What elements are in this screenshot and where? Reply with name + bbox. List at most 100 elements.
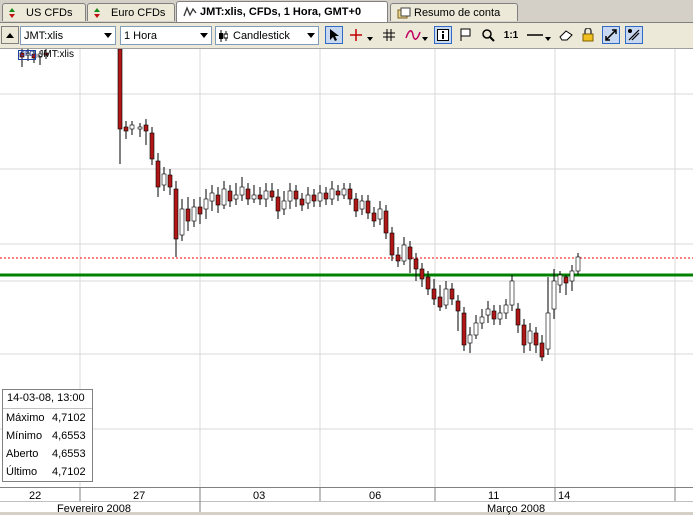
candle — [323, 192, 329, 200]
chart-type-select[interactable]: Candlestick — [215, 26, 319, 45]
tab-euro-cfds[interactable]: Euro CFDs — [87, 3, 175, 21]
candle — [509, 280, 515, 306]
info-icon — [437, 29, 449, 41]
candle — [143, 124, 149, 132]
x-tick-label: 22 — [29, 490, 42, 502]
price-marker-button[interactable] — [456, 26, 474, 44]
info-row-low: Mínimo 4,6553 — [6, 430, 86, 442]
candle — [455, 300, 461, 312]
line-style-button[interactable] — [525, 26, 545, 44]
candle — [185, 208, 191, 222]
candle — [179, 208, 185, 236]
candle — [389, 232, 395, 256]
candle — [129, 124, 135, 130]
candle — [557, 274, 563, 286]
tab-chart-jmt[interactable]: JMT:xlis, CFDs, 1 Hora, GMT+0 — [176, 1, 388, 22]
chevron-down-icon[interactable] — [545, 32, 551, 44]
candle — [335, 190, 341, 196]
candle — [203, 198, 209, 210]
crosshair-tool-button[interactable] — [347, 26, 365, 44]
candle — [275, 196, 281, 212]
tab-resumo-conta[interactable]: Resumo de conta — [390, 3, 518, 21]
candle — [209, 192, 215, 202]
account-summary-icon — [397, 7, 411, 18]
candle — [563, 276, 569, 284]
chart-legend: CFD JMT:xlis — [18, 49, 74, 60]
candle — [569, 270, 575, 282]
candle — [419, 268, 425, 280]
lock-objects-button[interactable] — [579, 26, 597, 44]
tab-label: JMT:xlis, CFDs, 1 Hora, GMT+0 — [200, 6, 362, 18]
chart-toolbar: JMT:xlis 1 Hora Candlestick 1:1 — [0, 23, 693, 49]
info-row-last: Último 4,7102 — [6, 466, 86, 478]
x-tick-label: 03 — [253, 490, 266, 502]
chart-wave-icon — [183, 6, 197, 17]
cfd-badge: CFD — [18, 49, 37, 60]
chevron-down-icon — [101, 27, 115, 44]
zoom-button[interactable] — [479, 26, 497, 44]
candle — [545, 312, 551, 350]
zoom-reset-button[interactable]: 1:1 — [501, 26, 521, 44]
tab-us-cfds[interactable]: US CFDs — [2, 3, 86, 21]
candles — [19, 49, 581, 361]
candle — [425, 276, 431, 290]
candlestick-plot[interactable] — [0, 49, 693, 512]
grid-lines — [0, 49, 693, 487]
chevron-down-icon[interactable] — [422, 32, 428, 44]
info-window-button[interactable] — [434, 26, 452, 44]
candle — [221, 188, 227, 206]
tab-label: US CFDs — [26, 6, 73, 19]
candle — [233, 194, 239, 200]
candle — [269, 190, 275, 198]
chevron-down-icon[interactable] — [367, 32, 373, 44]
chart-type-value: Candlestick — [233, 29, 290, 42]
x-tick-label: 27 — [133, 490, 146, 502]
candle — [239, 186, 245, 196]
magnifier-icon — [482, 29, 495, 42]
collapse-up-button[interactable] — [1, 26, 19, 44]
candle — [503, 304, 509, 314]
pointer-tool-button[interactable] — [325, 26, 343, 44]
tab-label: Euro CFDs — [111, 6, 166, 19]
indicators-button[interactable] — [404, 26, 422, 44]
candle — [497, 312, 503, 320]
timeframe-select[interactable]: 1 Hora — [120, 26, 212, 45]
month-label: Fevereiro 2008 — [57, 503, 131, 515]
triangle-up-icon — [6, 33, 14, 38]
candle — [413, 258, 419, 270]
candle — [227, 190, 233, 202]
instrument-select[interactable]: JMT:xlis — [20, 26, 116, 45]
candle — [515, 308, 521, 326]
instrument-value: JMT:xlis — [24, 29, 64, 42]
tab-bar: US CFDs Euro CFDs JMT:xlis, CFDs, 1 Hora… — [0, 0, 693, 23]
grid-toggle-button[interactable] — [380, 26, 398, 44]
diagonal-expand-icon — [605, 29, 617, 41]
candle — [377, 208, 383, 220]
updown-arrows-icon — [9, 7, 15, 18]
candle — [257, 194, 263, 200]
grid-icon — [383, 29, 395, 41]
price-marker-icon — [460, 28, 471, 41]
candle — [281, 200, 287, 210]
info-row-open: Aberto 4,6553 — [6, 448, 86, 460]
autoscale-button[interactable] — [602, 26, 620, 44]
candle — [329, 188, 335, 200]
candle — [491, 310, 497, 320]
candle — [551, 280, 557, 310]
candle — [359, 200, 365, 210]
candle — [401, 244, 407, 262]
price-chart[interactable]: CFD JMT:xlis 22 27 03 06 11 14 Fevereiro… — [0, 49, 693, 515]
candlestick-icon — [216, 27, 230, 44]
candle — [533, 332, 539, 346]
candle — [191, 206, 197, 222]
candle — [305, 194, 311, 204]
x-tick-label: 06 — [369, 490, 382, 502]
magnet-lines-icon — [628, 29, 640, 41]
candle — [539, 342, 545, 358]
candle — [155, 160, 161, 188]
candle — [137, 126, 143, 130]
eraser-button[interactable] — [557, 26, 575, 44]
candle — [173, 188, 179, 240]
trend-magnet-button[interactable] — [625, 26, 643, 44]
candle — [317, 192, 323, 202]
